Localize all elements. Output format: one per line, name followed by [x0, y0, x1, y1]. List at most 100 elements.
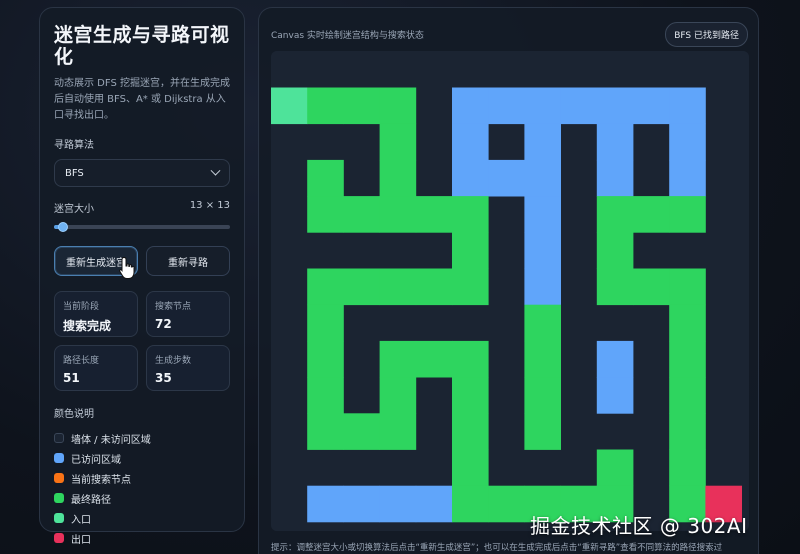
visited-cell — [669, 87, 706, 125]
visited-cell — [524, 123, 561, 161]
legend-swatch — [54, 533, 64, 543]
path-cell — [452, 232, 489, 269]
visited-cell — [669, 123, 706, 161]
stat-value: 35 — [155, 371, 172, 385]
legend-item-wall: 墙体 / 未访问区域 — [54, 428, 230, 448]
path-cell — [307, 304, 344, 342]
path-cell — [596, 232, 634, 269]
path-cell — [379, 377, 417, 414]
stat-label: 搜索节点 — [155, 302, 192, 312]
visited-cell — [524, 196, 561, 233]
color-legend: 墙体 / 未访问区域 已访问区域 当前搜索节点 最终路径 入口 出口 — [54, 428, 230, 548]
visited-cell — [379, 485, 417, 523]
stat-label: 生成步数 — [155, 356, 192, 366]
visited-cell — [452, 123, 489, 161]
visited-cell — [452, 87, 489, 125]
path-cell — [307, 377, 344, 414]
hint-text: 提示：调整迷宫大小或切换算法后点击“重新生成迷宫”；也可以在生成完成后点击“重新… — [271, 543, 723, 553]
path-cell — [307, 268, 344, 306]
visited-cell — [307, 485, 344, 523]
visited-cell — [596, 340, 634, 378]
maze-grid — [271, 51, 749, 531]
path-cell — [379, 268, 417, 306]
path-cell — [379, 340, 417, 378]
path-cell — [669, 413, 706, 450]
visited-cell — [488, 159, 525, 197]
legend-swatch — [54, 453, 64, 463]
visited-cell — [633, 87, 670, 125]
path-cell — [524, 377, 561, 414]
research-path-button[interactable]: 重新寻路 — [146, 246, 230, 276]
algorithm-label: 寻路算法 — [54, 140, 94, 151]
legend-swatch — [54, 433, 64, 443]
path-cell — [524, 340, 561, 378]
legend-label: 入口 — [71, 514, 91, 526]
path-cell — [379, 87, 417, 125]
stat-current-phase: 当前阶段 搜索完成 — [54, 291, 138, 337]
hand-cursor-icon — [119, 256, 135, 279]
path-cell — [415, 340, 453, 378]
path-cell — [669, 196, 706, 233]
visited-cell — [452, 159, 489, 197]
path-cell — [343, 413, 380, 450]
path-cell — [415, 196, 453, 233]
maze-size-row: 迷宫大小 13 × 13 — [54, 200, 230, 215]
path-cell — [307, 413, 344, 450]
path-cell — [596, 449, 634, 487]
legend-item-exit: 出口 — [54, 528, 230, 548]
path-cell — [343, 87, 380, 125]
action-buttons: 重新生成迷宫 重新寻路 — [54, 246, 230, 276]
path-cell — [524, 413, 561, 450]
path-cell — [452, 485, 489, 523]
legend-swatch — [54, 473, 64, 483]
visited-cell — [524, 232, 561, 269]
path-cell — [452, 268, 489, 306]
slider-track — [54, 225, 230, 229]
status-badge: BFS 已找到路径 — [665, 22, 748, 47]
legend-item-current: 当前搜索节点 — [54, 468, 230, 488]
visited-cell — [415, 485, 453, 523]
path-cell — [379, 196, 417, 233]
stat-value: 51 — [63, 371, 80, 385]
visited-cell — [524, 87, 561, 125]
control-panel: 迷宫生成与寻路可视化 动态展示 DFS 挖掘迷宫，并在生成完成后自动使用 BFS… — [39, 7, 245, 546]
path-cell — [343, 268, 380, 306]
path-cell — [379, 413, 417, 450]
stat-value: 搜索完成 — [63, 319, 112, 333]
path-cell — [379, 159, 417, 197]
maze-canvas[interactable] — [271, 51, 749, 531]
legend-swatch — [54, 493, 64, 503]
path-cell — [379, 123, 417, 161]
legend-title: 颜色说明 — [54, 409, 94, 420]
legend-label: 已访问区域 — [71, 454, 121, 466]
path-cell — [415, 268, 453, 306]
stat-label: 当前阶段 — [63, 302, 100, 312]
visited-cell — [669, 159, 706, 197]
visited-cell — [596, 159, 634, 197]
watermark: 掘金技术社区 @ 302AI — [530, 514, 748, 538]
path-cell — [669, 377, 706, 414]
path-cell — [452, 413, 489, 450]
visited-cell — [596, 377, 634, 414]
visited-cell — [524, 268, 561, 306]
path-cell — [307, 159, 344, 197]
chevron-down-icon — [210, 165, 221, 176]
legend-item-path: 最终路径 — [54, 488, 230, 508]
page-description: 动态展示 DFS 挖掘迷宫，并在生成完成后自动使用 BFS、A* 或 Dijks… — [54, 78, 230, 121]
stat-label: 路径长度 — [63, 356, 100, 366]
path-cell — [669, 449, 706, 487]
canvas-caption: Canvas 实时绘制迷宫结构与搜索状态 — [271, 31, 424, 41]
maze-size-slider[interactable] — [54, 222, 230, 232]
path-cell — [669, 268, 706, 306]
visited-cell — [488, 87, 525, 125]
path-cell — [596, 268, 634, 306]
stat-value: 72 — [155, 317, 172, 331]
algorithm-select[interactable]: BFS — [54, 159, 230, 187]
path-cell — [524, 304, 561, 342]
path-cell — [307, 196, 344, 233]
slider-thumb[interactable] — [57, 222, 68, 232]
path-cell — [307, 340, 344, 378]
page-title: 迷宫生成与寻路可视化 — [54, 24, 230, 68]
visited-cell — [343, 485, 380, 523]
legend-label: 出口 — [71, 534, 91, 546]
